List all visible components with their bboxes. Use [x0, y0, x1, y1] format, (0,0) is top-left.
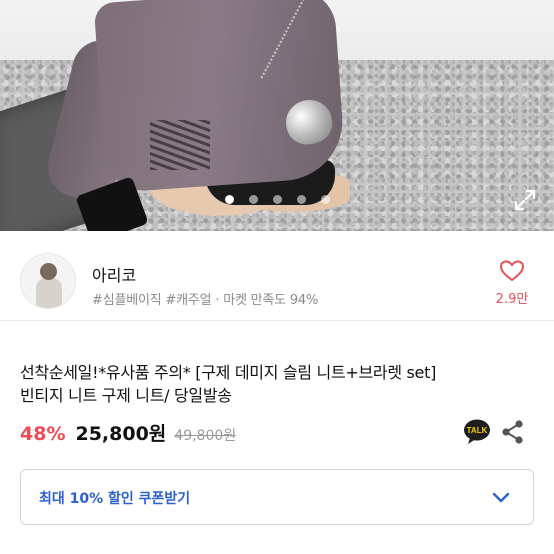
heart-icon [500, 260, 524, 281]
avatar-figure-head [40, 263, 57, 280]
shop-tags: #심플베이직 #캐주얼 · 마켓 만족도 94% [92, 293, 319, 308]
chevron-down-icon [492, 492, 510, 503]
kakao-talk-button[interactable]: TALK [462, 418, 492, 446]
original-price: 49,800원 [174, 428, 237, 444]
kakao-talk-icon: TALK [464, 419, 490, 444]
shop-name[interactable]: 아리코 [92, 262, 136, 286]
price-row: 48% 25,800원 49,800원 [20, 419, 236, 447]
product-title-line-2: 빈티지 니트 구제 니트/ 당일발송 [20, 386, 232, 405]
coupon-label: 최대 10% 할인 쿠폰받기 [39, 491, 191, 507]
shop-avatar[interactable] [20, 253, 76, 309]
share-icon [502, 420, 523, 444]
gallery-pagination[interactable] [0, 195, 554, 207]
like-button[interactable]: 2.9만 [490, 257, 534, 311]
avatar-figure-body [36, 278, 62, 308]
gallery-dot[interactable] [320, 195, 330, 204]
coupon-button[interactable]: 최대 10% 할인 쿠폰받기 [20, 469, 534, 525]
kakao-talk-label: TALK [467, 426, 488, 435]
gallery-dot[interactable] [224, 195, 234, 204]
like-count: 2.9만 [495, 292, 529, 307]
shop-info[interactable]: 아리코 #심플베이직 #캐주얼 · 마켓 만족도 94% 2.9만 [0, 231, 554, 321]
gallery-dot[interactable] [272, 195, 282, 204]
discount-rate: 48% [20, 423, 66, 445]
gallery-dot[interactable] [296, 195, 306, 204]
share-button[interactable] [500, 418, 526, 446]
sale-price: 25,800원 [75, 423, 167, 445]
product-title-line-1: 선착순세일!*유사품 주의* [구제 데미지 슬림 니트+브라렛 set] [20, 363, 437, 382]
product-image[interactable] [0, 0, 554, 231]
expand-icon [514, 189, 536, 211]
gallery-dot[interactable] [248, 195, 258, 204]
photo-rip [150, 120, 210, 170]
expand-button[interactable] [508, 183, 542, 217]
product-title: 선착순세일!*유사품 주의* [구제 데미지 슬림 니트+브라렛 set] 빈티… [20, 361, 540, 407]
